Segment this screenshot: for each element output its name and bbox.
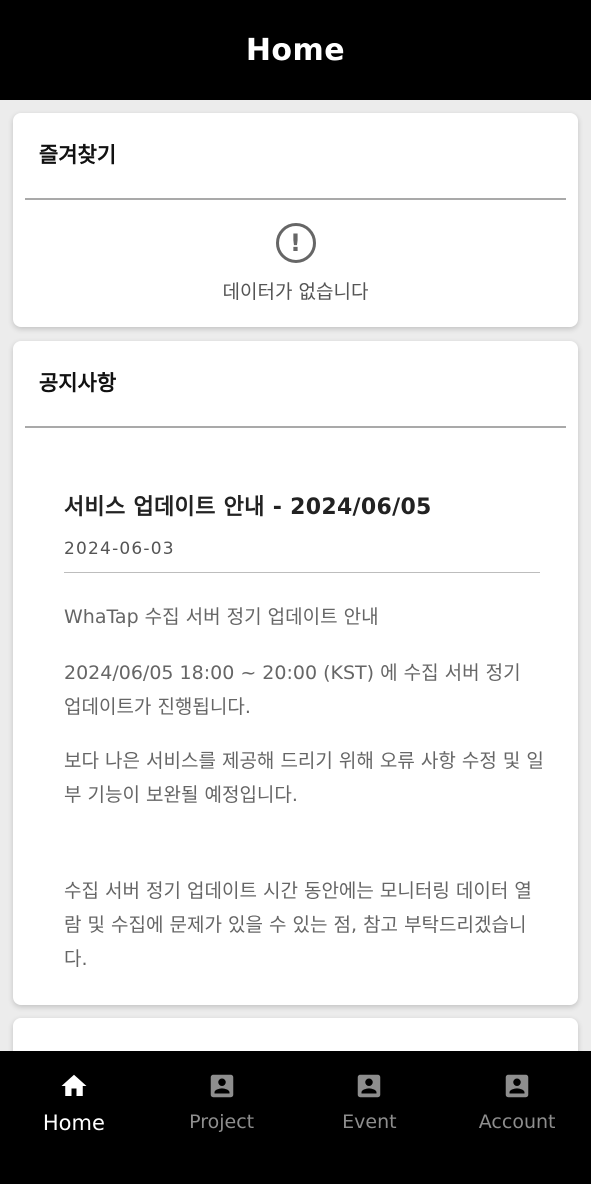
- app-root: Home 즐겨찾기 ! 데이터가 없습니다 공지사항 서비스 업데이트 안내 -…: [0, 0, 591, 1184]
- notice-divider: [25, 426, 566, 428]
- nav-item-home[interactable]: Home: [0, 1051, 148, 1184]
- favorites-empty-state: ! 데이터가 없습니다: [13, 223, 578, 304]
- nav-label-home: Home: [42, 1111, 105, 1135]
- account-box-icon: [358, 1074, 381, 1098]
- alert-circle-icon: !: [275, 223, 316, 263]
- favorites-title: 즐겨찾기: [39, 143, 117, 167]
- home-icon: [61, 1074, 87, 1096]
- notice-paragraph: 2024/06/05 18:00 ~ 20:00 (KST) 에 수집 서버 정…: [64, 662, 521, 718]
- nav-item-account[interactable]: Account: [443, 1051, 591, 1184]
- page-title: Home: [245, 32, 346, 68]
- notice-paragraph: WhaTap 수집 서버 정기 업데이트 안내: [64, 606, 379, 628]
- empty-message: 데이터가 없습니다: [222, 281, 369, 303]
- notice-paragraph: 수집 서버 정기 업데이트 시간 동안에는 모니터링 데이터 열람 및 수집에 …: [64, 880, 532, 970]
- notice-item-title[interactable]: 서비스 업데이트 안내 - 2024/06/05: [64, 489, 432, 521]
- nav-item-project[interactable]: Project: [148, 1051, 296, 1184]
- nav-label-project: Project: [189, 1111, 255, 1133]
- nav-label-event: Event: [342, 1111, 397, 1133]
- favorites-divider: [25, 198, 566, 200]
- notice-section-title: 공지사항: [39, 371, 117, 395]
- notice-item-date: 2024-06-03: [64, 539, 175, 559]
- account-box-icon: [505, 1074, 529, 1098]
- header-bar: Home: [0, 0, 591, 100]
- notice-item-divider: [64, 572, 540, 573]
- nav-label-account: Account: [478, 1111, 556, 1133]
- account-box-icon: [210, 1074, 233, 1098]
- nav-item-event[interactable]: Event: [296, 1051, 444, 1184]
- notice-card: 공지사항 서비스 업데이트 안내 - 2024/06/05 2024-06-03…: [13, 341, 578, 1005]
- notice-paragraph: 보다 나은 서비스를 제공해 드리기 위해 오류 사항 수정 및 일부 기능이 …: [64, 750, 544, 806]
- bottom-nav: Home Project Event Account: [0, 1051, 591, 1184]
- favorites-card: 즐겨찾기 ! 데이터가 없습니다: [13, 113, 578, 327]
